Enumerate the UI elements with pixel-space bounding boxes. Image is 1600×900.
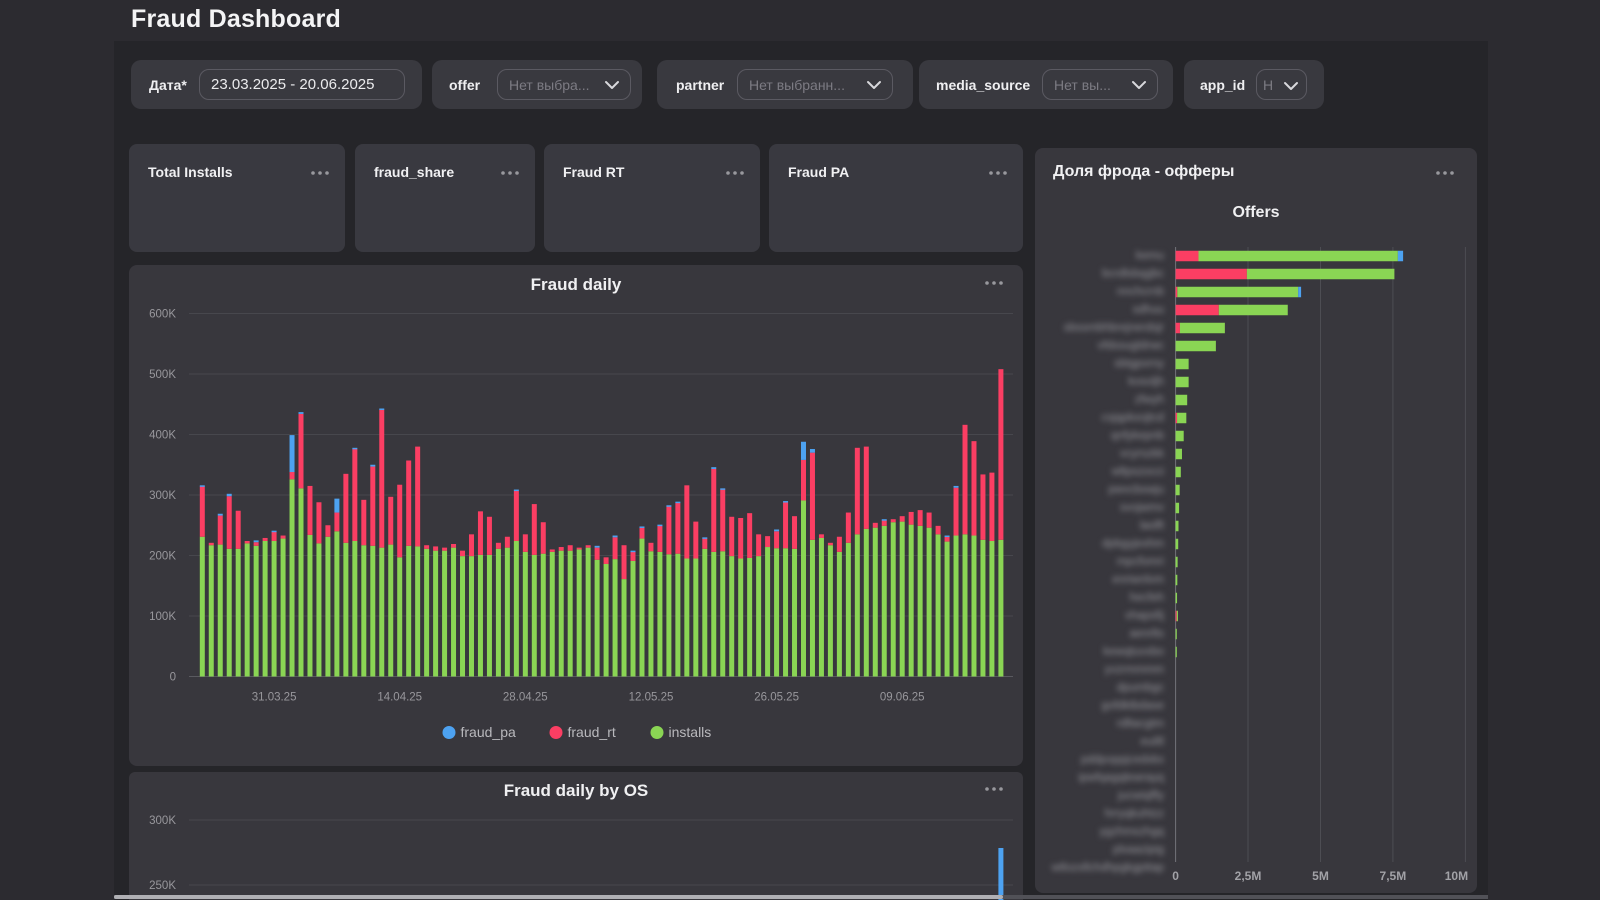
svg-text:31.03.25: 31.03.25 (252, 691, 297, 703)
svg-text:09.06.25: 09.06.25 (880, 691, 925, 703)
svg-text:300K: 300K (149, 815, 176, 827)
svg-text:400K: 400K (149, 429, 176, 441)
svg-text:fraud_pa: fraud_pa (461, 724, 516, 740)
svg-text:0: 0 (1172, 869, 1179, 883)
svg-text:28.04.25: 28.04.25 (503, 691, 548, 703)
svg-text:fraud_rt: fraud_rt (568, 724, 616, 740)
svg-text:7,5M: 7,5M (1380, 869, 1407, 883)
svg-text:250K: 250K (149, 880, 176, 892)
svg-text:100K: 100K (149, 611, 176, 623)
svg-text:200K: 200K (149, 550, 176, 562)
svg-text:10M: 10M (1445, 869, 1468, 883)
svg-text:14.04.25: 14.04.25 (377, 691, 422, 703)
svg-text:5M: 5M (1312, 869, 1329, 883)
svg-text:2,5M: 2,5M (1235, 869, 1262, 883)
svg-text:500K: 500K (149, 369, 176, 381)
svg-text:600K: 600K (149, 308, 176, 320)
svg-text:26.05.25: 26.05.25 (754, 691, 799, 703)
svg-text:0: 0 (170, 671, 176, 683)
svg-text:installs: installs (669, 724, 712, 740)
svg-text:300K: 300K (149, 490, 176, 502)
svg-text:12.05.25: 12.05.25 (629, 691, 674, 703)
